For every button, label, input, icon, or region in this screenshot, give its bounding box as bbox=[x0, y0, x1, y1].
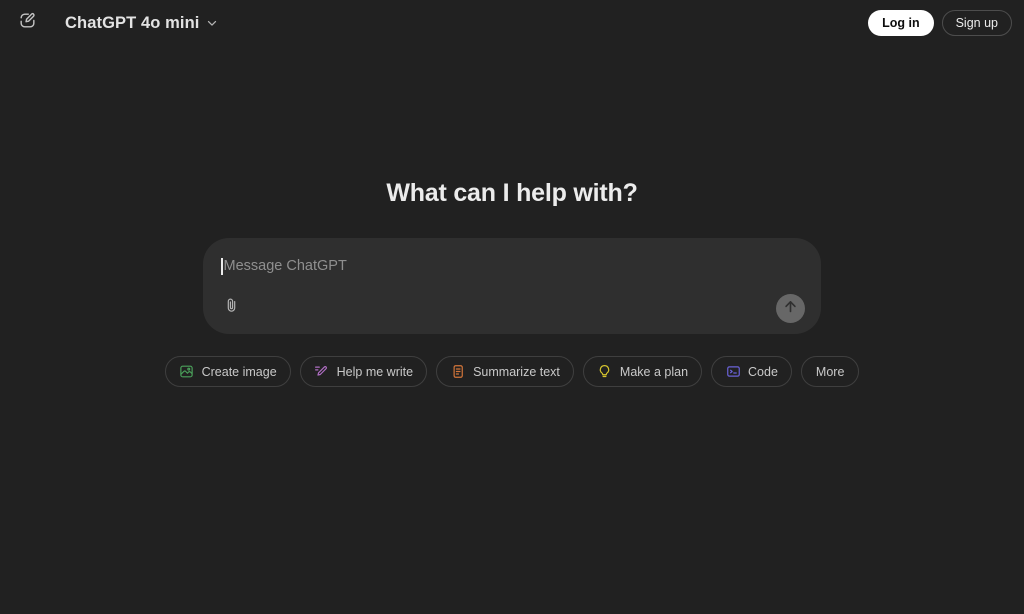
login-button[interactable]: Log in bbox=[868, 10, 934, 36]
top-bar: ChatGPT 4o mini Log in Sign up bbox=[0, 0, 1024, 46]
suggestion-chip-label: Make a plan bbox=[619, 364, 689, 379]
text-cursor bbox=[221, 257, 223, 275]
paperclip-icon bbox=[223, 297, 240, 319]
image-icon bbox=[179, 364, 195, 380]
model-name-label: ChatGPT 4o mini bbox=[65, 13, 200, 32]
signup-button[interactable]: Sign up bbox=[941, 10, 1012, 36]
suggestion-chip-label: Summarize text bbox=[473, 364, 560, 379]
suggestion-chip-label: Help me write bbox=[336, 364, 414, 379]
arrow-up-icon bbox=[782, 298, 799, 318]
document-icon bbox=[450, 364, 466, 380]
suggestion-chip-code[interactable]: Code bbox=[711, 356, 792, 387]
compose-new-chat-icon bbox=[18, 11, 37, 35]
pencil-icon bbox=[314, 364, 330, 380]
model-selector[interactable]: ChatGPT 4o mini bbox=[56, 7, 228, 39]
page-title: What can I help with? bbox=[386, 179, 638, 207]
suggestion-chip-label: Code bbox=[748, 364, 778, 379]
send-message-button[interactable] bbox=[776, 293, 805, 323]
suggestion-chip-label: Create image bbox=[201, 364, 277, 379]
suggestion-chip-label: More bbox=[815, 364, 845, 379]
suggestion-chip-summarize-text[interactable]: Summarize text bbox=[436, 356, 574, 387]
composer-actions bbox=[219, 292, 805, 324]
new-chat-button[interactable] bbox=[12, 8, 42, 38]
chevron-down-icon bbox=[205, 16, 219, 30]
suggestion-chips: Create image Help me write Summarize tex… bbox=[164, 356, 860, 387]
main-stage: What can I help with? Message ChatGPT Cr… bbox=[0, 46, 1024, 614]
suggestion-chip-more[interactable]: More bbox=[800, 356, 860, 387]
terminal-icon bbox=[725, 364, 741, 380]
suggestion-chip-make-a-plan[interactable]: Make a plan bbox=[582, 356, 703, 387]
lightbulb-icon bbox=[597, 364, 613, 380]
message-composer[interactable]: Message ChatGPT bbox=[203, 238, 821, 334]
composer-input-row[interactable]: Message ChatGPT bbox=[219, 254, 805, 278]
attach-file-button[interactable] bbox=[217, 294, 245, 322]
suggestion-chip-create-image[interactable]: Create image bbox=[164, 356, 291, 387]
message-input-placeholder: Message ChatGPT bbox=[223, 258, 347, 274]
auth-buttons-group: Log in Sign up bbox=[868, 10, 1012, 36]
suggestion-chip-help-me-write[interactable]: Help me write bbox=[299, 356, 428, 387]
